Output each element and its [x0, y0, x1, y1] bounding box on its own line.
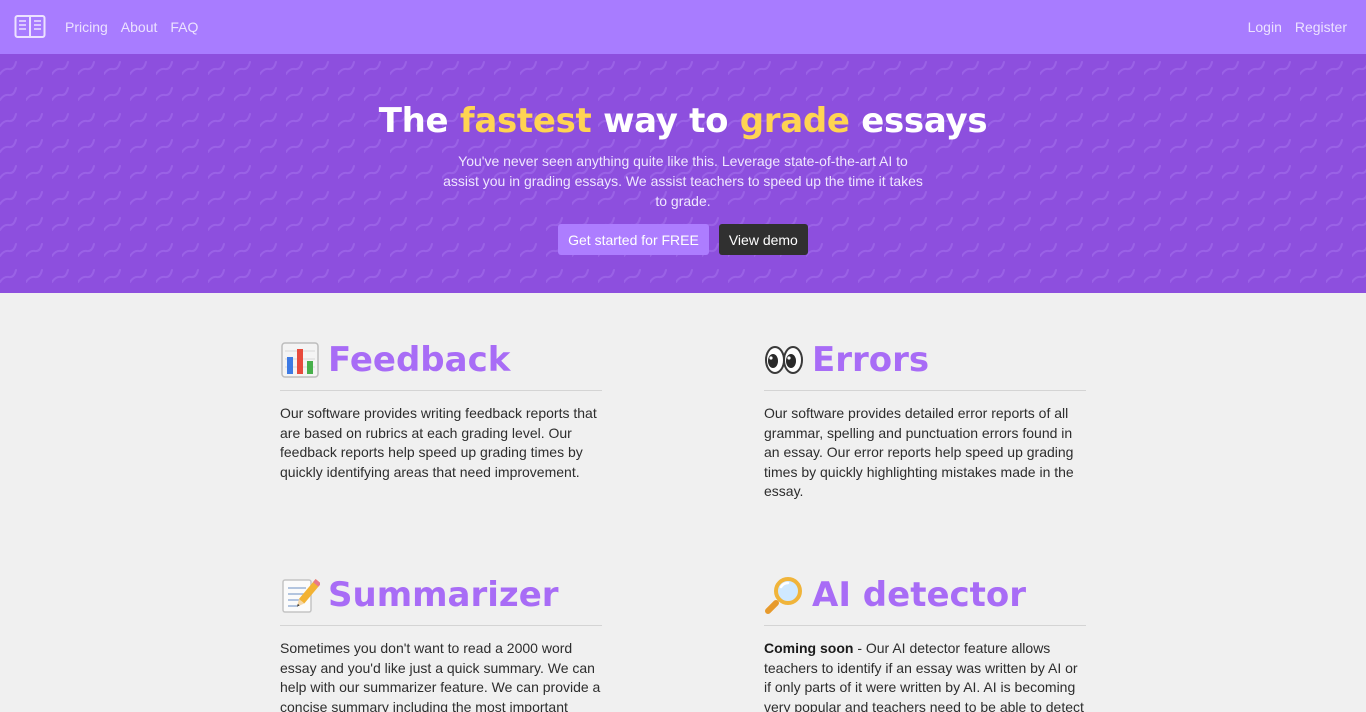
- hero-title-accent-grade: grade: [739, 101, 850, 141]
- magnifier-icon: [764, 575, 804, 615]
- view-demo-button[interactable]: View demo: [718, 224, 808, 255]
- feature-ai-detector: AI detector Coming soon - Our AI detecto…: [764, 575, 1086, 712]
- login-link[interactable]: Login: [1248, 19, 1282, 35]
- register-link[interactable]: Register: [1295, 19, 1347, 35]
- feature-title-text: Summarizer: [328, 575, 559, 615]
- get-started-button[interactable]: Get started for FREE: [558, 224, 709, 255]
- feature-description: Coming soon - Our AI detector feature al…: [764, 639, 1086, 712]
- hero-title-post: essays: [861, 101, 988, 141]
- eyes-icon: [764, 340, 804, 380]
- nav-auth-links: Login Register: [1235, 19, 1352, 35]
- nav-links: Pricing About FAQ: [65, 19, 211, 35]
- bar-chart-icon: [280, 340, 320, 380]
- feature-description: Our software provides writing feedback r…: [280, 405, 597, 480]
- feature-title: Errors: [764, 340, 1086, 391]
- book-icon[interactable]: [14, 14, 46, 40]
- feature-title: Feedback: [280, 340, 602, 391]
- nav-link-pricing[interactable]: Pricing: [65, 19, 108, 35]
- hero-title-accent-fastest: fastest: [459, 101, 592, 141]
- feature-description: Sometimes you don't want to read a 2000 …: [280, 640, 601, 712]
- hero-title: The fastest way to grade essays: [0, 101, 1366, 141]
- navbar: Pricing About FAQ Login Register: [0, 0, 1366, 54]
- feature-title: Summarizer: [280, 575, 602, 626]
- nav-link-about[interactable]: About: [121, 19, 158, 35]
- nav-link-faq[interactable]: FAQ: [170, 19, 198, 35]
- feature-summarizer: Summarizer Sometimes you don't want to r…: [280, 575, 602, 712]
- hero-subtitle: You've never seen anything quite like th…: [443, 153, 923, 209]
- memo-icon: [280, 575, 320, 615]
- feature-errors: Errors Our software provides detailed er…: [764, 340, 1086, 502]
- feature-title-text: Feedback: [328, 340, 511, 380]
- feature-feedback: Feedback Our software provides writing f…: [280, 340, 602, 482]
- feature-title-text: Errors: [812, 340, 930, 380]
- coming-soon-label: Coming soon: [764, 640, 854, 656]
- hero-section: The fastest way to grade essays You've n…: [0, 54, 1366, 293]
- hero-buttons: Get started for FREE View demo: [0, 224, 1366, 255]
- feature-title-text: AI detector: [812, 575, 1027, 615]
- features-section: Feedback Our software provides writing f…: [0, 293, 1366, 712]
- hero-title-pre: The: [378, 101, 449, 141]
- hero-title-mid: way to: [603, 101, 729, 141]
- feature-title: AI detector: [764, 575, 1086, 626]
- feature-description: Our software provides detailed error rep…: [764, 405, 1074, 499]
